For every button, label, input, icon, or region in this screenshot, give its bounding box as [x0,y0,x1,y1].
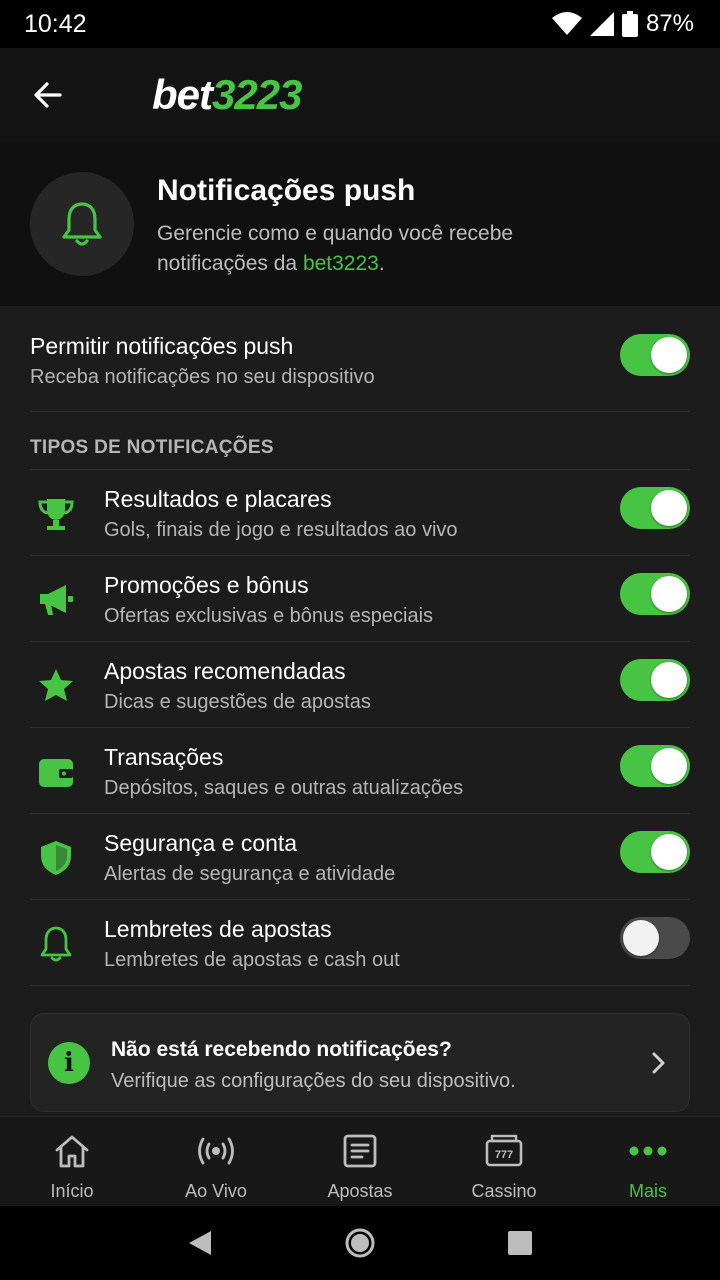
nav-item-home[interactable]: Início [0,1117,144,1206]
item-subtitle: Alertas de segurança e atividade [104,863,396,885]
troubleshoot-subtitle: Verifique as configurações do seu dispos… [111,1070,516,1092]
results-toggle[interactable] [620,487,690,529]
svg-text:777: 777 [495,1149,513,1161]
live-broadcast-icon [196,1131,236,1171]
cell-signal-icon [589,12,614,36]
battery-percent: 87% [645,10,694,37]
nav-label: Ao Vivo [185,1181,247,1201]
status-indicators: 87% [551,10,694,38]
wallet-icon [36,752,76,792]
shield-icon [36,838,76,878]
security-toggle[interactable] [620,831,690,873]
allow-push-setting: Permitir notificações push Receba notifi… [30,306,690,412]
chevron-right-icon [652,1052,665,1074]
home-icon [52,1131,92,1171]
betslip-icon [340,1131,380,1171]
star-icon [36,666,76,706]
nav-label: Mais [628,1181,667,1201]
status-bar: 10:42 87% [0,0,720,48]
trophy-icon [36,494,76,534]
list-item-promotions: Promoções e bônus Ofertas exclusivas e b… [30,556,690,642]
status-time: 10:42 [24,9,87,38]
wifi-icon [551,12,582,35]
transactions-toggle[interactable] [620,745,690,787]
page-description: Gerencie como e quando você recebe notif… [157,219,577,279]
section-label: TIPOS DE NOTIFICAÇÕES [30,437,274,458]
bell-icon [36,924,76,964]
system-home-button[interactable] [340,1223,380,1263]
toggle-knob [651,662,687,698]
item-subtitle: Lembretes de apostas e cash out [104,949,400,971]
troubleshoot-card[interactable]: i Não está recebendo notificações? Verif… [30,1013,690,1112]
system-navigation-bar [0,1206,720,1280]
item-title: Lembretes de apostas [104,916,332,942]
item-subtitle: Gols, finais de jogo e resultados ao viv… [104,519,458,541]
header-bell-badge [30,172,134,276]
item-title: Resultados e placares [104,486,332,512]
bet-reminders-toggle[interactable] [620,917,690,959]
nav-label: Início [50,1181,94,1201]
notification-types-list: Resultados e placares Gols, finais de jo… [30,469,690,986]
item-title: Transações [104,744,224,770]
nav-item-more[interactable]: Mais [576,1117,720,1206]
nav-item-bets[interactable]: Apostas [288,1117,432,1206]
recommended-bets-toggle[interactable] [620,659,690,701]
toggle-knob [651,748,687,784]
list-item-security: Segurança e conta Alertas de segurança e… [30,814,690,900]
allow-push-toggle[interactable] [620,334,690,376]
allow-push-title: Permitir notificações push [30,333,294,359]
toggle-knob [651,576,687,612]
description-suffix: . [378,252,385,275]
list-item-transactions: Transações Depósitos, saques e outras at… [30,728,690,814]
more-dots-icon [628,1131,668,1171]
square-recents-icon [508,1231,532,1255]
item-title: Segurança e conta [104,830,298,856]
notifications-header: Notificações push Gerencie como e quando… [0,142,720,306]
allow-push-subtitle: Receba notificações no seu dispositivo [30,366,375,388]
system-recents-button[interactable] [500,1223,540,1263]
nav-label: Cassino [471,1181,537,1201]
back-button[interactable] [0,48,96,142]
bottom-navigation: Início Ao Vivo Apostas 777 Cassino Mais [0,1116,720,1206]
page-title: Notificações push [157,174,416,207]
nav-item-live[interactable]: Ao Vivo [144,1117,288,1206]
arrow-left-icon [34,82,62,108]
toggle-knob [623,920,659,956]
item-subtitle: Ofertas exclusivas e bônus especiais [104,605,434,627]
nav-label: Apostas [327,1181,393,1201]
logo-prefix: bet [152,71,213,118]
toggle-knob [651,490,687,526]
triangle-back-icon [189,1231,211,1255]
brand-logo: bet3223 [152,71,302,119]
toggle-knob [651,834,687,870]
bell-icon [62,202,102,246]
item-subtitle: Depósitos, saques e outras atualizações [104,777,464,799]
app-bar: bet3223 [0,48,720,142]
info-icon: i [48,1042,90,1084]
description-brand: bet3223 [302,252,379,275]
slot-machine-icon: 777 [484,1131,524,1171]
circle-home-icon [345,1228,375,1258]
logo-number: 3223 [212,71,302,118]
item-title: Apostas recomendadas [104,658,346,684]
battery-icon [621,11,638,37]
item-title: Promoções e bônus [104,572,309,598]
list-item-bet-reminders: Lembretes de apostas Lembretes de aposta… [30,900,690,986]
system-back-button[interactable] [180,1223,220,1263]
nav-item-casino[interactable]: 777 Cassino [432,1117,576,1206]
item-subtitle: Dicas e sugestões de apostas [104,691,371,713]
troubleshoot-title: Não está recebendo notificações? [111,1038,452,1061]
toggle-knob [651,337,687,373]
promotions-toggle[interactable] [620,573,690,615]
megaphone-icon [36,580,76,620]
list-item-recommended-bets: Apostas recomendadas Dicas e sugestões d… [30,642,690,728]
list-item-results: Resultados e placares Gols, finais de jo… [30,470,690,556]
